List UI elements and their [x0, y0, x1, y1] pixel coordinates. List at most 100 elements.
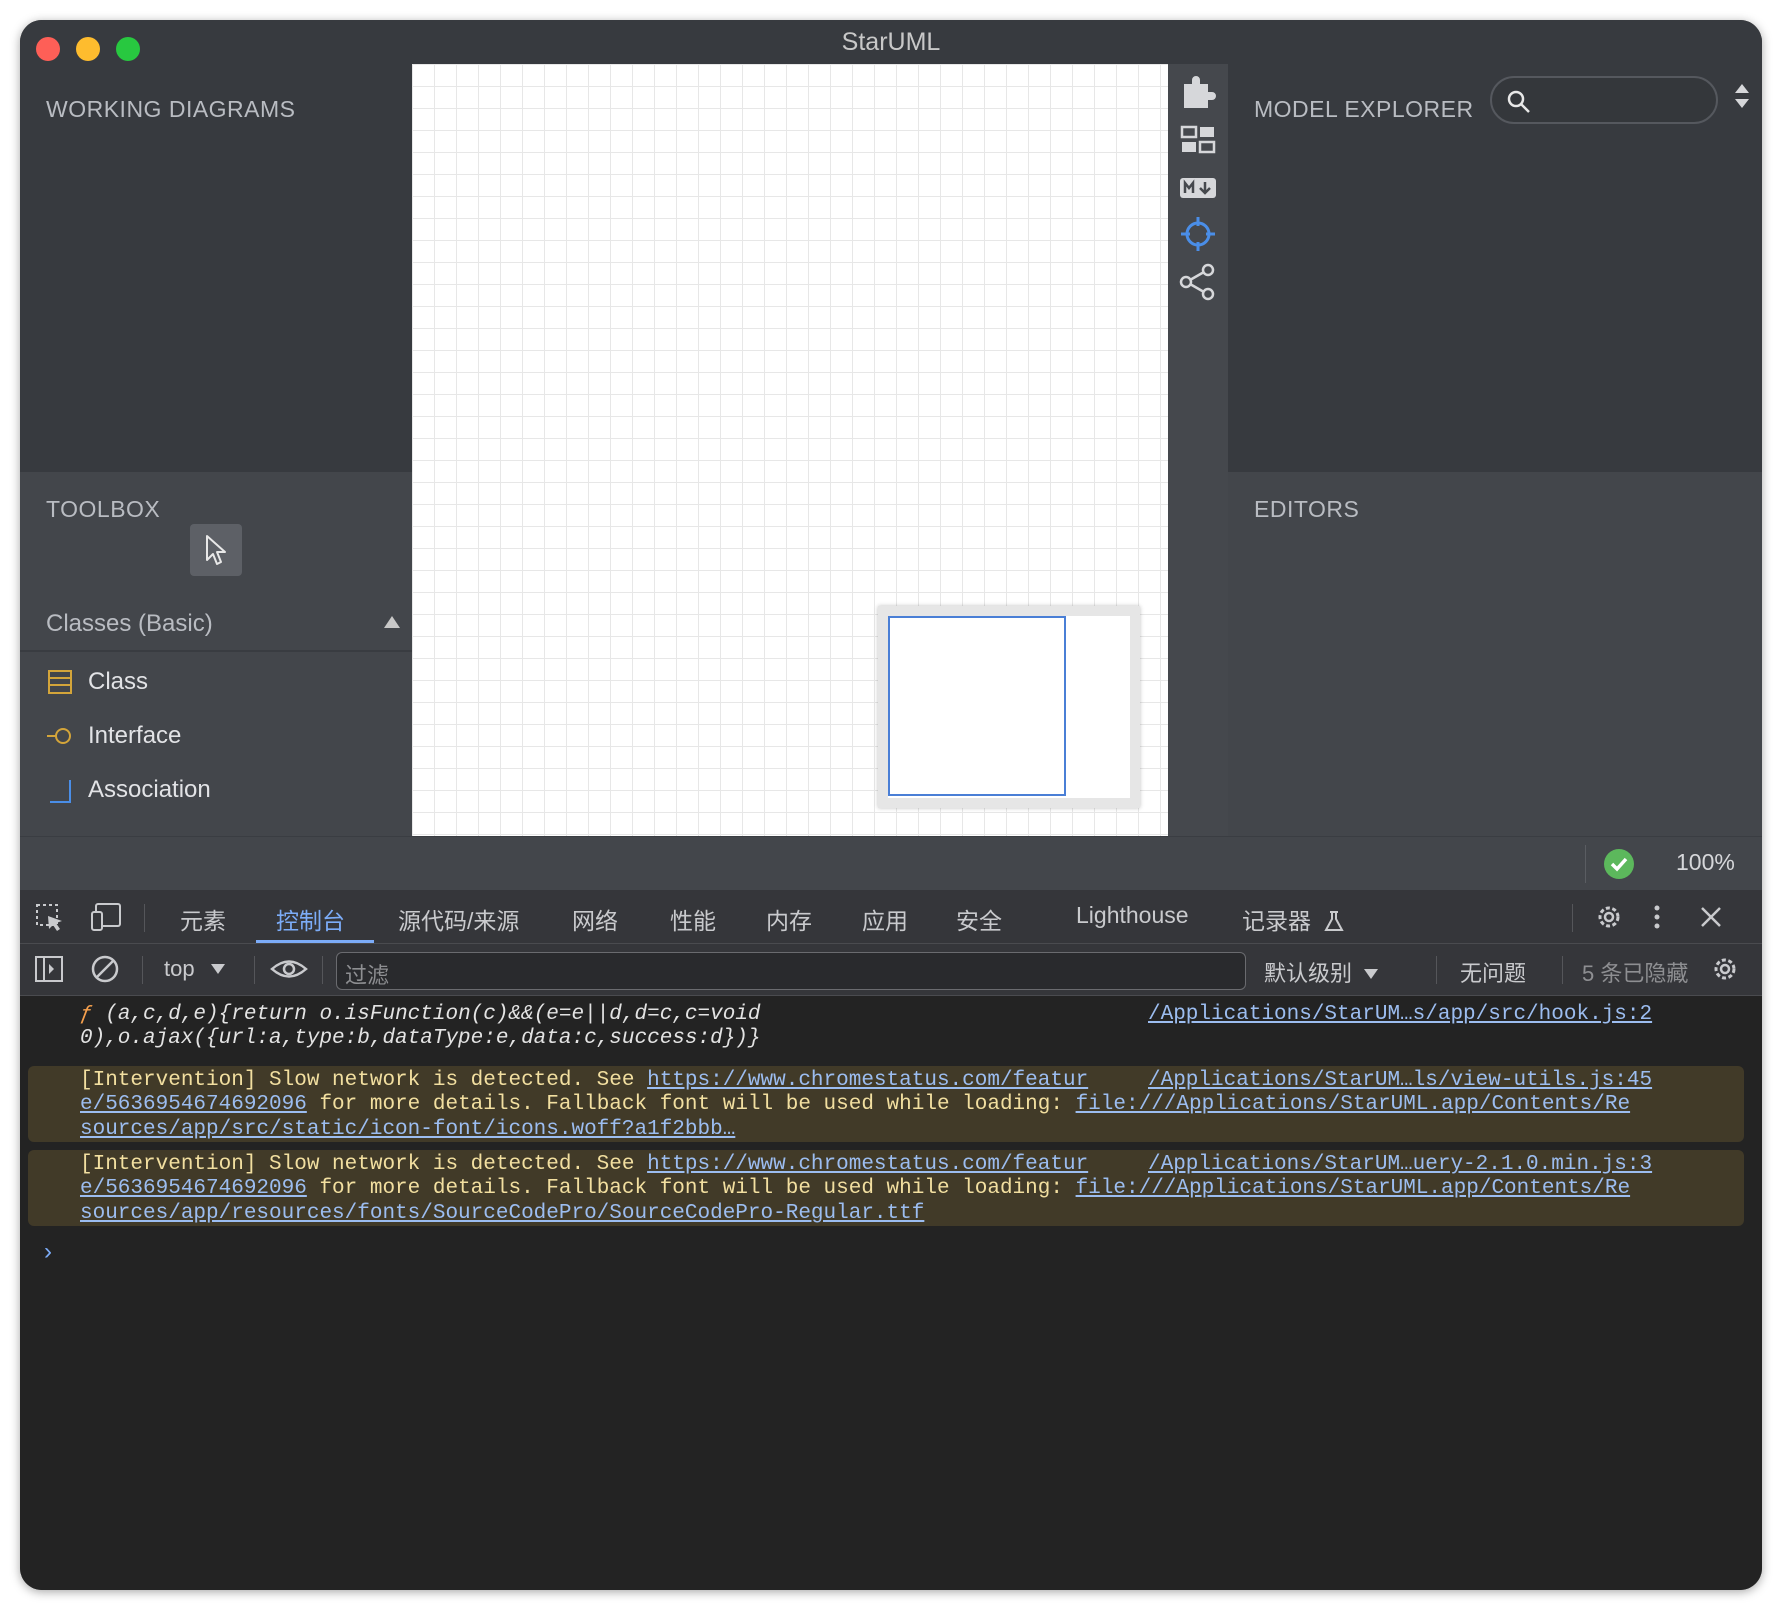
active-tab-indicator — [256, 940, 374, 943]
console-prompt[interactable]: › — [44, 1238, 52, 1266]
log-level-label: 默认级别 — [1264, 961, 1353, 986]
tool-interface[interactable]: Interface — [20, 708, 412, 764]
association-icon — [50, 780, 71, 803]
tool-class[interactable]: Class — [20, 654, 412, 710]
tab-performance[interactable]: 性能 — [670, 902, 716, 936]
message-link[interactable]: file:///Applications/StarUML.app/Content… — [1076, 1177, 1631, 1200]
validation-ok-icon[interactable] — [1604, 849, 1634, 879]
log-level-dropdown[interactable]: 默认级别 — [1264, 956, 1379, 988]
message-line: [Intervention] Slow network is detected.… — [80, 1068, 1088, 1093]
minimap-viewport[interactable] — [888, 616, 1066, 796]
toolbox-title: TOOLBOX — [46, 496, 161, 522]
toolbar-separator — [254, 956, 255, 984]
tab-lighthouse[interactable]: Lighthouse — [1076, 902, 1189, 929]
issues-counter[interactable]: 无问题 — [1460, 956, 1526, 988]
toolbox-group-header[interactable]: Classes (Basic) — [20, 596, 412, 652]
tool-interface-label: Interface — [88, 722, 182, 749]
tab-application[interactable]: 应用 — [862, 902, 908, 936]
function-prefix: ƒ — [80, 1003, 93, 1026]
sort-updown-icon[interactable] — [1732, 82, 1752, 110]
console-toolbar: top 过滤 默认级别 无问题 5 条已隐藏 — [20, 944, 1762, 996]
window-title: StarUML — [841, 28, 941, 56]
clear-console-icon[interactable] — [90, 954, 120, 984]
toolbar-separator — [1562, 956, 1563, 984]
message-line: [Intervention] Slow network is detected.… — [80, 1152, 1088, 1177]
model-explorer-title: MODEL EXPLORER — [1254, 96, 1474, 122]
tool-association-label: Association — [88, 776, 211, 803]
collapse-caret-icon — [384, 616, 400, 628]
devtools-tabbar: 元素 控制台 源代码/来源 网络 性能 内存 应用 安全 Lighthouse … — [20, 890, 1762, 944]
toolbar-separator — [322, 956, 323, 984]
device-toolbar-icon[interactable] — [90, 902, 122, 932]
toolbar-separator — [1436, 956, 1437, 984]
context-selector[interactable]: top — [164, 956, 225, 982]
message-link[interactable]: file:///Applications/StarUML.app/Content… — [1076, 1093, 1631, 1116]
tab-elements[interactable]: 元素 — [180, 902, 226, 936]
search-icon — [1507, 90, 1530, 113]
tool-association[interactable]: Association — [20, 762, 412, 818]
message-text: (a,c,d,e){return o.isFunction(c)&&(e=e||… — [105, 1003, 761, 1026]
message-line: sources/app/resources/fonts/SourceCodePr… — [80, 1201, 924, 1226]
tab-console[interactable]: 控制台 — [276, 902, 345, 936]
console-output: ƒ (a,c,d,e){return o.isFunction(c)&&(e=e… — [20, 996, 1762, 1590]
message-source-link[interactable]: /Applications/StarUM…s/app/src/hook.js:2 — [1148, 1002, 1652, 1027]
interface-icon — [47, 728, 71, 744]
zoom-level[interactable]: 100% — [1676, 849, 1735, 876]
tab-memory[interactable]: 内存 — [766, 902, 812, 936]
flask-icon — [1324, 911, 1345, 931]
model-explorer-panel: MODEL EXPLORER — [1228, 64, 1762, 472]
message-text: [Intervention] Slow network is detected.… — [80, 1069, 648, 1092]
more-vertical-icon[interactable] — [1642, 902, 1672, 932]
message-link[interactable]: e/5636954674692096 — [80, 1177, 307, 1200]
tab-sources[interactable]: 源代码/来源 — [398, 902, 519, 936]
dropdown-caret-icon — [210, 964, 225, 974]
class-icon — [48, 670, 72, 694]
share-icon[interactable] — [1178, 262, 1218, 302]
settings-gear-icon[interactable] — [1594, 902, 1624, 932]
toolbar-separator — [142, 956, 143, 984]
markdown-icon[interactable] — [1178, 168, 1218, 208]
editors-title: EDITORS — [1254, 496, 1360, 522]
console-filter-input[interactable]: 过滤 — [336, 952, 1246, 990]
toolbox-group-label: Classes (Basic) — [46, 610, 213, 637]
inspect-element-icon[interactable] — [34, 902, 64, 932]
sidebar-toggle-icon[interactable] — [34, 954, 64, 984]
message-link[interactable]: sources/app/src/static/icon-font/icons.w… — [80, 1118, 735, 1141]
model-search-input[interactable] — [1490, 76, 1718, 124]
close-devtools-icon[interactable] — [1696, 902, 1726, 932]
context-label: top — [164, 956, 195, 981]
status-divider — [1585, 845, 1586, 883]
minimap[interactable] — [878, 606, 1140, 808]
console-message-warning: [Intervention] Slow network is detected.… — [28, 1150, 1744, 1226]
pointer-icon — [206, 535, 226, 565]
live-expression-eye-icon[interactable] — [270, 954, 308, 984]
minimap-content — [888, 616, 1130, 798]
tab-separator — [1572, 904, 1573, 932]
message-text: 0),o.ajax({url:a,type:b,dataType:e,data:… — [80, 1027, 761, 1050]
working-diagrams-panel: WORKING DIAGRAMS — [20, 64, 412, 472]
working-diagrams-title: WORKING DIAGRAMS — [46, 96, 296, 122]
app-window: StarUML WORKING DIAGRAMS TOOLBOX Classes… — [20, 20, 1762, 1590]
message-line: ƒ (a,c,d,e){return o.isFunction(c)&&(e=e… — [80, 1002, 761, 1027]
message-source-link[interactable]: /Applications/StarUM…uery-2.1.0.min.js:3 — [1148, 1152, 1652, 1177]
message-text: for more details. Fallback font will be … — [306, 1093, 1076, 1116]
tab-security[interactable]: 安全 — [956, 902, 1002, 936]
console-settings-gear-icon[interactable] — [1710, 954, 1740, 984]
message-source-link[interactable]: /Applications/StarUM…ls/view-utils.js:45 — [1148, 1068, 1652, 1093]
layout-grid-icon[interactable] — [1178, 120, 1218, 160]
status-bar: 100% — [20, 836, 1762, 890]
tab-recorder[interactable]: 记录器 — [1242, 902, 1345, 936]
extensions-puzzle-icon[interactable] — [1178, 72, 1218, 112]
diagram-canvas[interactable] — [412, 64, 1168, 836]
message-line: 0),o.ajax({url:a,type:b,dataType:e,data:… — [80, 1026, 761, 1051]
message-link[interactable]: e/5636954674692096 — [80, 1093, 307, 1116]
message-link[interactable]: https://www.chromestatus.com/featur — [647, 1153, 1088, 1176]
pointer-tool-button[interactable] — [190, 524, 242, 576]
message-line: e/5636954674692096 for more details. Fal… — [80, 1176, 1630, 1201]
message-link[interactable]: https://www.chromestatus.com/featur — [647, 1069, 1088, 1092]
tab-network[interactable]: 网络 — [572, 902, 618, 936]
hidden-messages-count: 5 条已隐藏 — [1582, 961, 1689, 986]
crosshair-target-icon[interactable] — [1178, 214, 1218, 254]
side-toolbar — [1168, 64, 1228, 836]
message-link[interactable]: sources/app/resources/fonts/SourceCodePr… — [80, 1202, 924, 1225]
